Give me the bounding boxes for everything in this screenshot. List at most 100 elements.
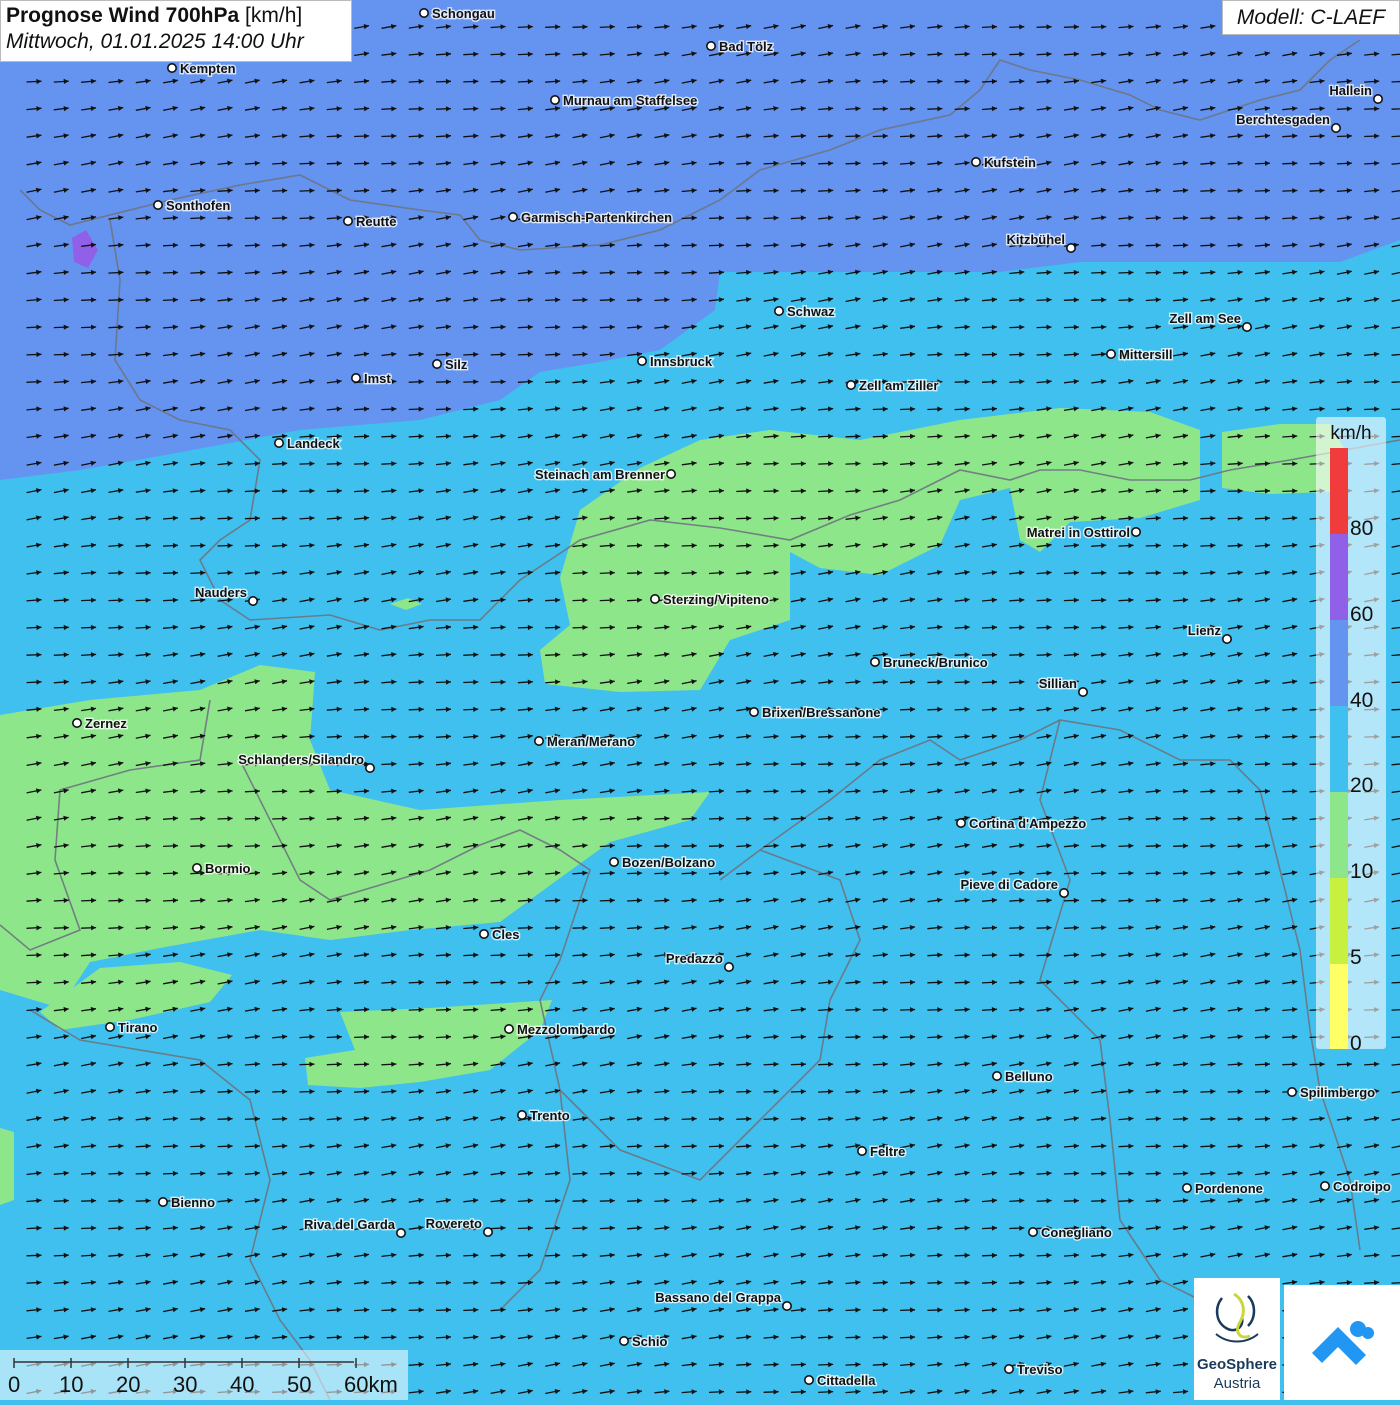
city-marker[interactable]: Brixen/Bressanone	[750, 705, 881, 720]
city-dot	[725, 963, 733, 971]
city-dot	[610, 858, 618, 866]
city-dot	[344, 217, 352, 225]
title-box: Prognose Wind 700hPa [km/h] Mittwoch, 01…	[0, 0, 352, 62]
map-title-bold: Prognose Wind 700hPa	[6, 4, 239, 27]
city-dot	[858, 1147, 866, 1155]
city-marker[interactable]: Murnau am Staffelsee	[551, 93, 698, 108]
legend-tick-label: 60	[1350, 603, 1373, 627]
city-label: Treviso	[1017, 1362, 1063, 1377]
city-marker[interactable]: Sterzing/Vipiteno	[651, 592, 769, 607]
city-label: Innsbruck	[650, 354, 713, 369]
city-marker[interactable]: Conegliano	[1029, 1225, 1112, 1240]
city-dot	[620, 1337, 628, 1345]
city-marker[interactable]: Innsbruck	[638, 354, 713, 369]
city-dot	[366, 764, 374, 772]
mountain-cloud-icon	[1284, 1285, 1400, 1400]
city-label: Riva del Garda	[304, 1217, 396, 1232]
city-marker[interactable]: Sonthofen	[154, 198, 231, 213]
city-label: Lienz	[1188, 623, 1222, 638]
city-dot	[397, 1229, 405, 1237]
city-label: Bienno	[171, 1195, 215, 1210]
city-label: Sillian	[1039, 676, 1077, 691]
legend-segment	[1330, 877, 1348, 963]
city-dot	[168, 64, 176, 72]
scale-bar-tick: 60km	[344, 1372, 398, 1398]
city-label: Bormio	[205, 861, 251, 876]
city-label: Schwaz	[787, 304, 835, 319]
city-label: Conegliano	[1041, 1225, 1112, 1240]
city-label: Mezzolombardo	[517, 1022, 615, 1037]
city-label: Murnau am Staffelsee	[563, 93, 697, 108]
city-dot	[518, 1111, 526, 1119]
city-marker[interactable]: Schongau	[420, 6, 495, 21]
city-dot	[433, 360, 441, 368]
city-label: Brixen/Bressanone	[762, 705, 881, 720]
city-label: Kitzbühel	[1007, 232, 1066, 247]
city-label: Codroipo	[1333, 1179, 1391, 1194]
city-label: Belluno	[1005, 1069, 1053, 1084]
city-label: Cles	[492, 927, 519, 942]
legend-segment	[1330, 620, 1348, 706]
city-marker[interactable]: Cortina d'Ampezzo	[957, 816, 1086, 831]
weather-app-logo[interactable]	[1284, 1285, 1400, 1400]
city-label: Zell am Ziller	[859, 378, 938, 393]
city-dot	[847, 381, 855, 389]
map-title: Prognose Wind 700hPa [km/h]	[6, 4, 346, 28]
city-marker[interactable]: Bozen/Bolzano	[610, 855, 715, 870]
city-marker[interactable]: Mezzolombardo	[505, 1022, 615, 1037]
city-marker[interactable]: Pordenone	[1183, 1181, 1263, 1196]
city-label: Hallein	[1329, 83, 1372, 98]
city-label: Cortina d'Ampezzo	[969, 816, 1086, 831]
city-label: Schio	[632, 1334, 667, 1349]
city-label: Imst	[364, 371, 391, 386]
city-dot	[1029, 1228, 1037, 1236]
city-marker[interactable]: Spilimbergo	[1288, 1085, 1375, 1100]
geosphere-country: Austria	[1194, 1375, 1280, 1392]
city-dot	[154, 201, 162, 209]
city-dot	[1321, 1182, 1329, 1190]
city-label: Bad Tölz	[719, 39, 774, 54]
scale-bar-tick: 10	[59, 1372, 83, 1398]
city-dot	[707, 42, 715, 50]
legend-segment	[1330, 706, 1348, 792]
city-marker[interactable]: Meran/Merano	[535, 734, 635, 749]
city-dot	[1067, 244, 1075, 252]
scale-bar-tick: 40	[230, 1372, 254, 1398]
city-label: Kempten	[180, 61, 236, 76]
city-label: Feltre	[870, 1144, 905, 1159]
city-dot	[1005, 1365, 1013, 1373]
city-dot	[551, 96, 559, 104]
city-label: Zernez	[85, 716, 127, 731]
city-dot	[1223, 635, 1231, 643]
city-marker[interactable]: Zell am Ziller	[847, 378, 939, 393]
city-label: Landeck	[287, 436, 341, 451]
city-label: Rovereto	[426, 1216, 482, 1231]
city-dot	[480, 930, 488, 938]
city-marker[interactable]: Steinach am Brenner	[535, 467, 675, 482]
city-dot	[638, 357, 646, 365]
wind-map[interactable]: Schongau Bad Tölz Kempten Murnau am Staffel…	[0, 0, 1400, 1400]
city-dot	[750, 708, 758, 716]
geosphere-logo[interactable]: GeoSphere Austria	[1194, 1278, 1280, 1400]
city-label: Nauders	[195, 585, 247, 600]
city-dot	[1060, 889, 1068, 897]
city-dot	[535, 737, 543, 745]
legend-unit: km/h	[1316, 423, 1386, 445]
legend-segment	[1330, 448, 1348, 534]
geosphere-name: GeoSphere	[1194, 1356, 1280, 1373]
city-marker[interactable]: Matrei in Osttirol	[1027, 525, 1140, 540]
model-label: Modell: C-LAEF	[1222, 0, 1400, 35]
city-dot	[73, 719, 81, 727]
city-dot	[193, 864, 201, 872]
city-marker[interactable]: Garmisch-Partenkirchen	[509, 210, 672, 225]
legend-tick-label: 0	[1350, 1032, 1362, 1056]
legend-color-bar	[1330, 448, 1348, 1049]
city-dot	[871, 658, 879, 666]
city-dot	[775, 307, 783, 315]
city-label: Mittersill	[1119, 347, 1172, 362]
city-dot	[993, 1072, 1001, 1080]
city-marker[interactable]: Bruneck/Brunico	[871, 655, 988, 670]
scale-bar-tick: 20	[116, 1372, 140, 1398]
city-label: Predazzo	[666, 951, 723, 966]
city-label: Berchtesgaden	[1236, 112, 1330, 127]
